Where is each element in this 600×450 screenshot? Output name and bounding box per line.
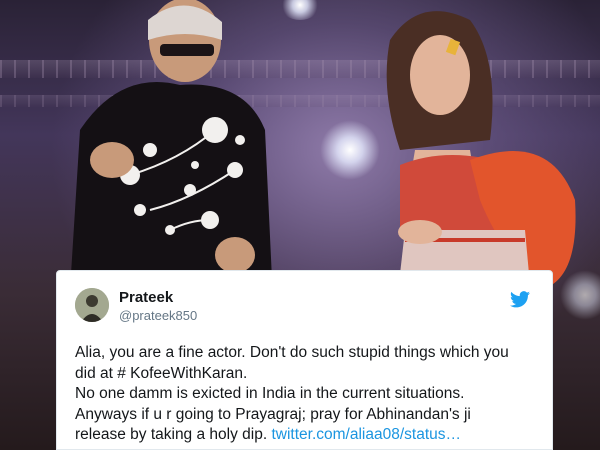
tweet-text: Alia, you are a fine actor. Don't do suc… bbox=[75, 343, 545, 446]
tweet-line: Alia, you are a fine actor. Don't do suc… bbox=[75, 344, 509, 361]
tweet-card[interactable]: Prateek @prateek850 Alia, you are a fine… bbox=[56, 270, 553, 450]
photo-scene: Prateek @prateek850 Alia, you are a fine… bbox=[0, 0, 600, 450]
user-name[interactable]: Prateek bbox=[119, 289, 173, 306]
twitter-bird-icon[interactable] bbox=[510, 291, 530, 308]
tweet-link[interactable]: twitter.com/aliaa08/status… bbox=[271, 426, 461, 443]
tweet-last-line: release by taking a holy dip. twitter.co… bbox=[75, 425, 545, 446]
user-handle[interactable]: @prateek850 bbox=[119, 308, 197, 323]
tweet-line: release by taking a holy dip. bbox=[75, 426, 268, 443]
tweet-line: No one damm is exicted in India in the c… bbox=[75, 385, 465, 402]
tweet-line: Anyways if u r going to Prayagraj; pray … bbox=[75, 405, 471, 423]
avatar-photo bbox=[75, 288, 109, 322]
avatar[interactable] bbox=[75, 288, 109, 322]
tweet-line: did at # KofeeWithKaran. bbox=[75, 364, 248, 382]
